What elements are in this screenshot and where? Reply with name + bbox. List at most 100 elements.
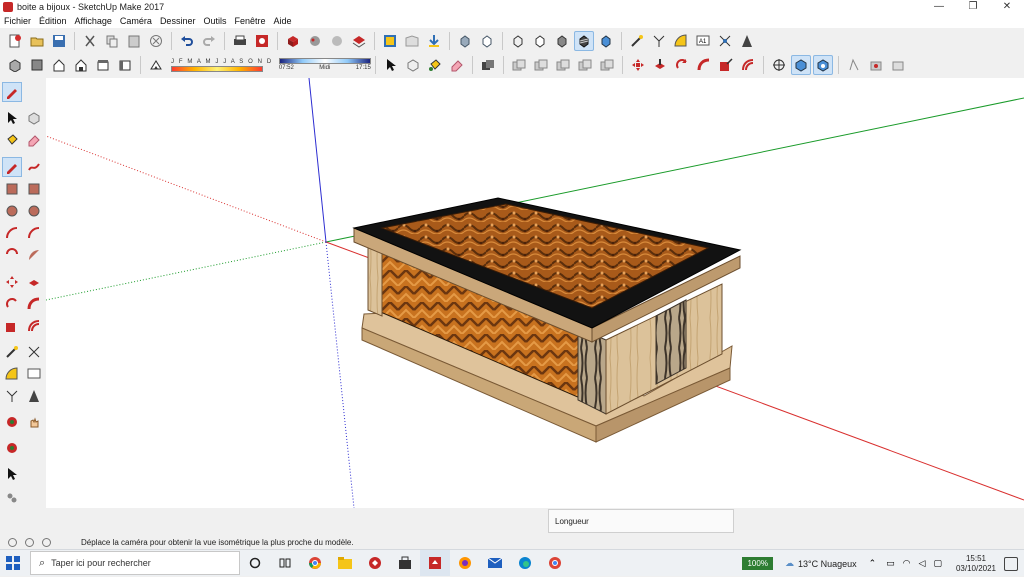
eraser-icon[interactable] [447,55,467,75]
pencil-active-icon[interactable] [2,82,22,102]
axes-tool-icon[interactable] [2,386,22,406]
paint-bucket-icon[interactable] [425,55,445,75]
rotated-rectangle-icon[interactable] [24,179,44,199]
protractor-icon[interactable] [671,31,691,51]
styles-icon[interactable] [327,31,347,51]
sketchup-active-icon[interactable] [420,550,450,576]
language-icon[interactable]: ▢ [933,558,942,569]
file-explorer-icon[interactable] [330,550,360,576]
orbit-icon[interactable] [769,55,789,75]
windows-start-icon[interactable] [0,550,26,576]
mail-icon[interactable] [480,550,510,576]
push-pull-icon[interactable] [650,55,670,75]
close-button[interactable]: ✕ [990,0,1024,14]
menu-outils[interactable]: Outils [203,16,226,26]
iso-camera-icon[interactable] [790,55,811,75]
solid-trim-icon[interactable] [575,55,595,75]
save-icon[interactable] [49,31,69,51]
materials-icon[interactable] [305,31,325,51]
wifi-icon[interactable]: ◠ [903,558,911,569]
outliner-icon[interactable] [478,55,498,75]
back-view-icon[interactable] [93,55,113,75]
undo-icon[interactable] [177,31,197,51]
chrome-icon[interactable] [300,550,330,576]
section-plane-icon[interactable] [737,31,757,51]
geolocation-icon[interactable] [8,537,17,547]
component-tool-icon[interactable] [24,108,44,128]
position-camera-icon[interactable] [888,55,908,75]
measurements-box[interactable]: Longueur [548,509,734,533]
jewelry-box-model[interactable] [352,197,742,443]
select-tool-icon[interactable] [2,108,22,128]
extension-warehouse-icon[interactable] [402,31,422,51]
offset-tool-icon[interactable] [24,316,44,336]
show-hidden-icons-icon[interactable]: ⌃ [869,558,877,569]
erase-icon[interactable] [146,31,166,51]
pie-tool-icon[interactable] [24,245,44,265]
minimize-button[interactable]: — [922,0,956,14]
cut-icon[interactable] [80,31,100,51]
hidden-line-icon[interactable] [530,31,550,51]
weather-widget[interactable]: ☁ 13°C Nuageux [785,558,857,569]
send-to-layout-icon[interactable] [424,31,444,51]
freehand-tool-icon[interactable] [24,157,44,177]
shadow-date-slider[interactable]: J F M A M J J A S O N D [171,59,273,72]
standard-view-icon[interactable] [812,55,833,75]
scene-canvas[interactable] [46,78,1024,508]
firefox-icon[interactable] [450,550,480,576]
store-icon[interactable] [390,550,420,576]
left-view-icon[interactable] [115,55,135,75]
solid-intersect-icon[interactable] [553,55,573,75]
help-icon[interactable] [42,537,51,547]
walk-tool-icon[interactable] [2,464,22,484]
menu-affichage[interactable]: Affichage [75,16,112,26]
shaded-icon[interactable] [552,31,572,51]
shaded-textures-icon[interactable] [574,30,594,51]
scale-icon[interactable] [716,55,736,75]
front-view-icon[interactable] [49,55,69,75]
menu-fenetre[interactable]: Fenêtre [234,16,265,26]
menu-aide[interactable]: Aide [274,16,292,26]
menu-fichier[interactable]: Fichier [4,16,31,26]
two-point-arc-icon[interactable] [24,223,44,243]
text-tool-left-icon[interactable] [24,364,44,384]
credits-icon[interactable] [25,537,34,547]
pan-tool-icon[interactable] [24,412,44,432]
menu-dessiner[interactable]: Dessiner [160,16,196,26]
back-edges-icon[interactable] [477,31,497,51]
polygon-tool-icon[interactable] [24,201,44,221]
circle-tool-icon[interactable] [2,201,22,221]
battery-indicator[interactable]: 100% [742,557,773,570]
menu-edition[interactable]: Édition [39,16,67,26]
protractor-tool-icon[interactable] [2,364,22,384]
dimension-icon[interactable] [715,31,735,51]
select-icon[interactable] [381,55,401,75]
push-pull-tool-icon[interactable] [24,272,44,292]
network-icon[interactable]: ▭ [886,558,895,569]
notification-icon[interactable] [1004,556,1018,571]
maximize-button[interactable]: ❐ [956,0,990,14]
tape-tool-icon[interactable] [2,342,22,362]
iso-view-icon[interactable] [5,55,25,75]
copy-icon[interactable] [102,31,122,51]
look-around-icon[interactable] [866,55,886,75]
shadow-date-gradient[interactable] [171,65,263,72]
move-icon[interactable] [628,55,648,75]
make-component-icon[interactable] [403,55,423,75]
paste-icon[interactable] [124,31,144,51]
model-viewport[interactable] [46,78,1024,508]
redo-icon[interactable] [199,31,219,51]
eraser-tool-icon[interactable] [24,130,44,150]
top-view-icon[interactable] [27,55,47,75]
solid-union-icon[interactable] [509,55,529,75]
solid-subtract-icon[interactable] [531,55,551,75]
rotate-tool-icon[interactable] [2,294,22,314]
cortana-icon[interactable] [240,550,270,576]
open-folder-icon[interactable] [27,31,47,51]
orbit-tool-icon[interactable] [2,412,22,432]
right-view-icon[interactable] [71,55,91,75]
shadow-time-slider[interactable]: 07:52 Midi 17:15 [278,58,371,72]
line-tool-icon[interactable] [2,157,22,177]
xray-icon[interactable] [455,31,475,51]
volume-icon[interactable]: ◁ [919,558,926,569]
